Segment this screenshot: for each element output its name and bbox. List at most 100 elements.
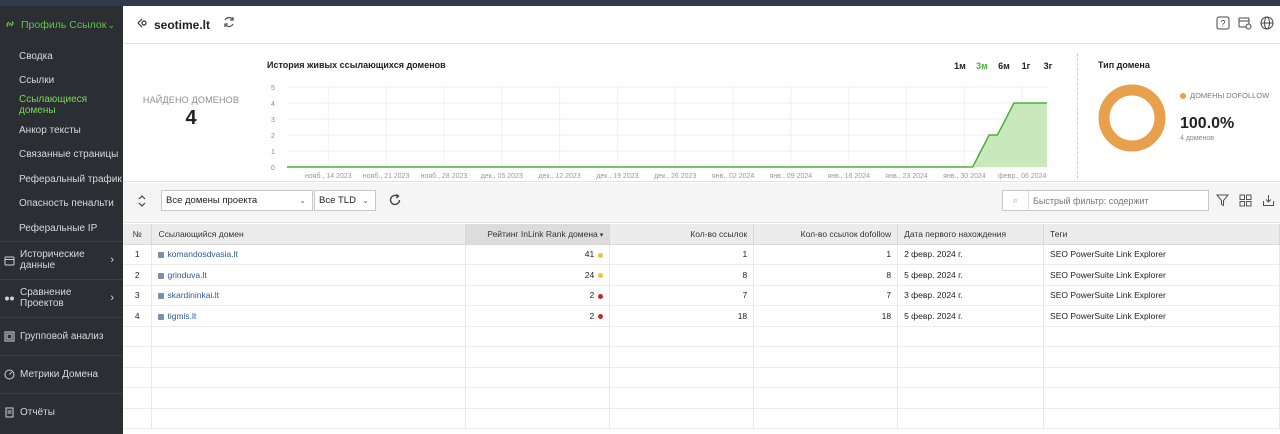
table-row[interactable]: 3 skardininkai.lt 2 7 7 3 февр. 2024 г. SEO Po…	[123, 285, 1280, 306]
sidebar-item[interactable]: Ссылки	[0, 69, 123, 94]
empty-cell	[897, 408, 1045, 429]
tags-cell: SEO PowerSuite Link Explorer	[1043, 264, 1280, 286]
sidebar-item[interactable]: Реферальный трафик	[0, 167, 123, 192]
sidebar-item[interactable]: Анкор тексты	[0, 118, 123, 143]
metrics-icon	[4, 369, 15, 380]
table-row[interactable]: 4 tigmis.lt 2 18 18 5 февр. 2024 г. SEO PowerS…	[123, 305, 1280, 327]
empty-row	[123, 346, 1280, 368]
refresh-icon[interactable]	[388, 193, 402, 212]
period-button[interactable]: 3г	[1037, 61, 1059, 71]
tld-select[interactable]: Все TLD ⌄	[314, 190, 376, 211]
stats-panel: НАЙДЕНО ДОМЕНОВ 4 История живых ссылающи…	[123, 51, 1280, 182]
sidebar-section[interactable]: Отчёты	[0, 392, 123, 431]
donut-legend: ДОМЕНЫ DOFOLLOW	[1180, 91, 1269, 100]
sidebar-item[interactable]: Опасность пенальти	[0, 192, 123, 217]
domain-link[interactable]: grinduva.lt	[167, 270, 206, 280]
report-icon	[4, 407, 15, 418]
tags-cell: SEO PowerSuite Link Explorer	[1043, 244, 1280, 265]
first-seen-date: 3 февр. 2024 г.	[897, 285, 1045, 306]
link-icon	[4, 18, 16, 33]
sidebar-item[interactable]: Ссылающиеся домены	[0, 93, 123, 118]
found-domains-label: НАЙДЕНО ДОМЕНОВ	[142, 95, 240, 105]
x-tick-label: янв., 02 2024	[712, 173, 755, 180]
x-tick-label: дек., 19 2023	[596, 173, 638, 180]
domain-link[interactable]: skardininkai.lt	[167, 290, 219, 300]
domain-link[interactable]: komandosdvasia.lt	[167, 249, 237, 259]
columns-icon[interactable]	[1239, 194, 1252, 212]
empty-cell	[1043, 346, 1280, 368]
column-header[interactable]: Рейтинг InLink Rank домена ▾	[465, 224, 611, 245]
search-icon: ⌕	[1003, 191, 1029, 210]
period-button[interactable]: 1г	[1015, 61, 1037, 71]
sidebar-item[interactable]: Реферальные IP	[0, 216, 123, 241]
compare-icon	[4, 293, 15, 304]
sidebar-section-label: Исторические данные	[20, 249, 85, 272]
sidebar-section[interactable]: Сравнение Проектов ›	[0, 278, 123, 317]
sidebar-section[interactable]: Исторические данные ›	[0, 240, 123, 279]
found-domains: НАЙДЕНО ДОМЕНОВ 4	[141, 95, 241, 130]
empty-cell	[1043, 387, 1280, 409]
empty-cell	[609, 346, 755, 368]
period-button[interactable]: 1м	[949, 61, 971, 71]
domain-cell: grinduva.lt	[151, 264, 467, 286]
empty-cell	[123, 326, 153, 347]
column-header[interactable]: №	[123, 224, 153, 245]
lock-icon	[158, 313, 165, 320]
rank-value: 2	[589, 290, 595, 301]
filter-icon[interactable]	[1215, 194, 1230, 212]
domain-icon	[136, 16, 148, 34]
sidebar-section[interactable]: Метрики Домена	[0, 354, 123, 393]
quick-filter-input[interactable]: ⌕ Быстрый фильтр: содержит	[1002, 190, 1209, 211]
period-selector: 1м 3м 6м 1г 3г	[949, 61, 1059, 71]
calendar-icon	[4, 255, 15, 266]
x-tick-label: янв., 09 2024	[770, 173, 813, 180]
column-header[interactable]: Кол-во ссылок dofollow	[753, 224, 899, 245]
empty-cell	[609, 408, 755, 429]
links-count: 1	[609, 244, 755, 265]
dofollow-donut-ring	[1098, 84, 1166, 152]
empty-row	[123, 367, 1280, 388]
period-button[interactable]: 3м	[971, 61, 993, 71]
domains-table: № Ссылающийся домен Рейтинг InLink Rank до…	[123, 224, 1280, 429]
table-toolbar: Все домены проекта ⌄ Все TLD ⌄ ⌕ Быстрый…	[123, 183, 1280, 223]
rank-cell: 24	[465, 264, 611, 286]
column-header[interactable]: Кол-во ссылок	[609, 224, 755, 245]
sidebar-item[interactable]: Сводка	[0, 44, 123, 69]
chevron-down-icon: ⌄	[299, 196, 306, 205]
x-tick-label: февр., 06 2024	[998, 173, 1047, 180]
globe-icon[interactable]	[1260, 16, 1274, 35]
help-icon[interactable]: ?	[1216, 16, 1230, 35]
empty-cell	[151, 408, 467, 429]
sort-toggle-icon[interactable]	[137, 194, 147, 213]
empty-row	[123, 326, 1280, 347]
period-button[interactable]: 6м	[993, 61, 1015, 71]
sidebar-section[interactable]: Групповой анализ	[0, 316, 123, 355]
export-icon[interactable]	[1262, 194, 1275, 212]
domains-select[interactable]: Все домены проекта ⌄	[161, 190, 313, 211]
chevron-down-icon: ⌄	[362, 196, 369, 205]
column-header[interactable]: Дата первого нахождения	[897, 224, 1045, 245]
refresh-icon[interactable]	[222, 15, 236, 34]
column-header[interactable]: Теги	[1043, 224, 1280, 245]
table-row[interactable]: 1 komandosdvasia.lt 41 1 1 2 февр. 2024 г. SEO…	[123, 244, 1280, 265]
history-chart: 0 1 2 3 4 5 нояб., 14 2023 нояб., 21 2023 нояб.,…	[271, 85, 1047, 180]
table-row[interactable]: 2 grinduva.lt 24 8 8 5 февр. 2024 г. SEO Power…	[123, 264, 1280, 286]
page-title: seotime.lt	[154, 17, 211, 32]
calendar-settings-icon[interactable]	[1238, 16, 1252, 35]
empty-cell	[897, 367, 1045, 388]
sidebar-profile-label: Профиль Ссылок	[21, 19, 107, 31]
domain-link[interactable]: tigmis.lt	[167, 311, 196, 321]
empty-cell	[753, 387, 899, 409]
chevron-down-icon: ⌄	[107, 19, 115, 30]
lock-icon	[158, 252, 165, 258]
column-header[interactable]: Ссылающийся домен	[151, 224, 467, 245]
quick-filter-placeholder: Быстрый фильтр: содержит	[1033, 195, 1149, 206]
empty-cell	[609, 367, 755, 388]
sidebar-item[interactable]: Связанные страницы	[0, 142, 123, 167]
found-domains-value: 4	[185, 107, 197, 129]
empty-row	[123, 387, 1280, 409]
dofollow-count: 4 доменов	[1180, 135, 1214, 142]
sidebar-profile-header[interactable]: Профиль Ссылок ⌄	[0, 6, 123, 44]
links-count: 18	[609, 305, 755, 327]
first-seen-date: 5 февр. 2024 г.	[897, 305, 1045, 327]
